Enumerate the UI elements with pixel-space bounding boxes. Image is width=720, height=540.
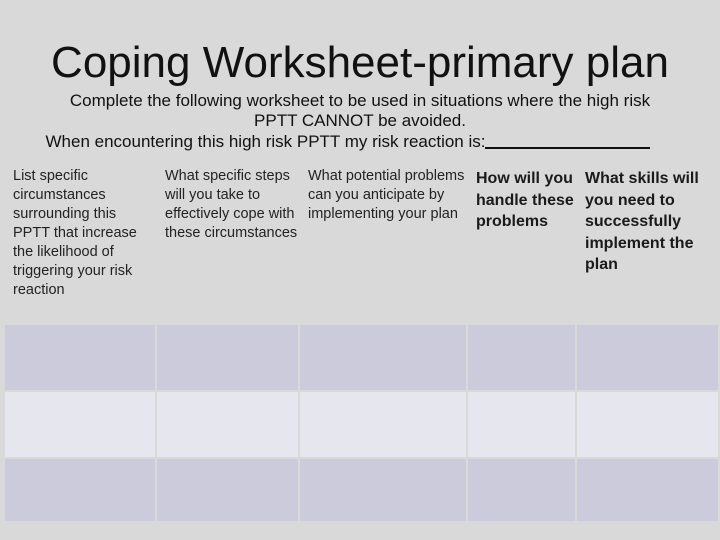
table-cell[interactable] — [577, 392, 718, 457]
table-cell[interactable] — [157, 459, 298, 521]
table-row — [5, 459, 718, 521]
risk-reaction-blank[interactable] — [485, 131, 651, 149]
header-skills-needed: What skills will you need to successfull… — [577, 157, 718, 323]
table-cell[interactable] — [468, 325, 575, 390]
table-cell[interactable] — [300, 459, 466, 521]
risk-reaction-label: When encountering this high risk PPTT my… — [45, 132, 486, 151]
table-cell[interactable] — [5, 325, 155, 390]
table-cell[interactable] — [5, 392, 155, 457]
table-cell[interactable] — [5, 459, 155, 521]
table-row — [5, 392, 718, 457]
table-cell[interactable] — [157, 392, 298, 457]
table-header-row: List specific circumstances surrounding … — [5, 157, 718, 323]
table-cell[interactable] — [468, 459, 575, 521]
table-cell[interactable] — [157, 325, 298, 390]
header-potential-problems: What potential problems can you anticipa… — [300, 157, 466, 323]
header-coping-steps: What specific steps will you take to eff… — [157, 157, 298, 323]
instructions-line-2: PPTT CANNOT be avoided. — [254, 111, 466, 130]
table-cell[interactable] — [300, 392, 466, 457]
table-cell[interactable] — [577, 459, 718, 521]
table-cell[interactable] — [577, 325, 718, 390]
instructions-line-1: Complete the following worksheet to be u… — [69, 91, 651, 110]
header-handle-problems: How will you handle these problems — [468, 157, 575, 323]
header-circumstances: List specific circumstances surrounding … — [5, 157, 155, 323]
table-cell[interactable] — [300, 325, 466, 390]
page-title: Coping Worksheet-primary plan — [51, 38, 669, 87]
table-cell[interactable] — [468, 392, 575, 457]
table-row — [5, 325, 718, 390]
risk-reaction-prompt: When encountering this high risk PPTT my… — [0, 131, 708, 153]
